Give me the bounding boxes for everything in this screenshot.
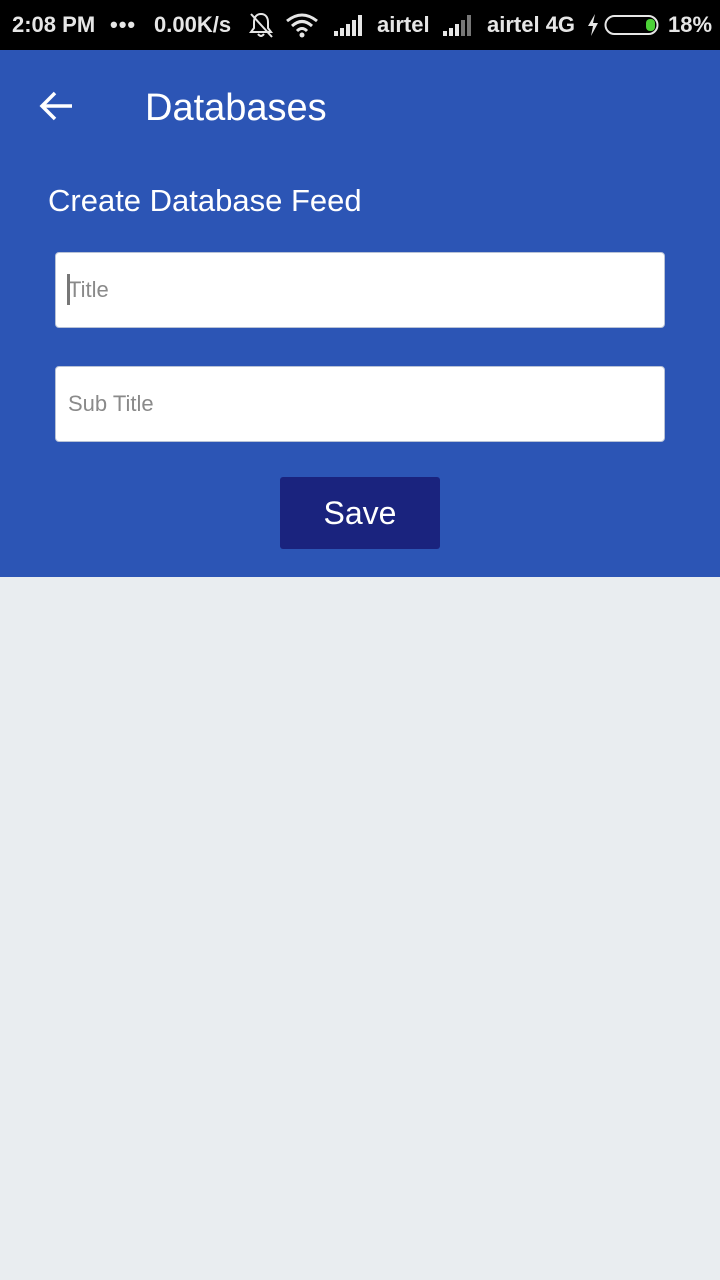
status-dots: ••• bbox=[110, 12, 137, 37]
title-input[interactable] bbox=[55, 252, 665, 328]
arrow-back-icon bbox=[38, 90, 74, 127]
battery-percent: 18% bbox=[668, 12, 713, 37]
network-speed: 0.00K/s bbox=[154, 12, 232, 37]
status-time: 2:08 PM bbox=[12, 12, 96, 37]
back-button[interactable] bbox=[28, 80, 84, 136]
text-cursor bbox=[67, 274, 70, 305]
signal-icon bbox=[333, 0, 365, 50]
status-bar: 2:08 PM ••• 0.00K/s airtel airtel 4G 18% bbox=[0, 0, 720, 50]
content-area bbox=[0, 577, 720, 1280]
subtitle-input[interactable] bbox=[55, 366, 665, 442]
battery-icon bbox=[604, 0, 662, 50]
carrier-1: airtel bbox=[377, 12, 430, 37]
carrier-2: airtel 4G bbox=[487, 12, 576, 37]
save-button[interactable]: Save bbox=[280, 477, 440, 549]
form-heading: Create Database Feed bbox=[48, 183, 362, 218]
notifications-off-icon bbox=[248, 0, 274, 50]
signal-icon bbox=[442, 0, 474, 50]
charging-icon bbox=[586, 0, 600, 50]
header-panel: Databases Create Database Feed Save bbox=[0, 50, 720, 577]
wifi-icon bbox=[285, 0, 319, 50]
page-title: Databases bbox=[145, 87, 327, 129]
